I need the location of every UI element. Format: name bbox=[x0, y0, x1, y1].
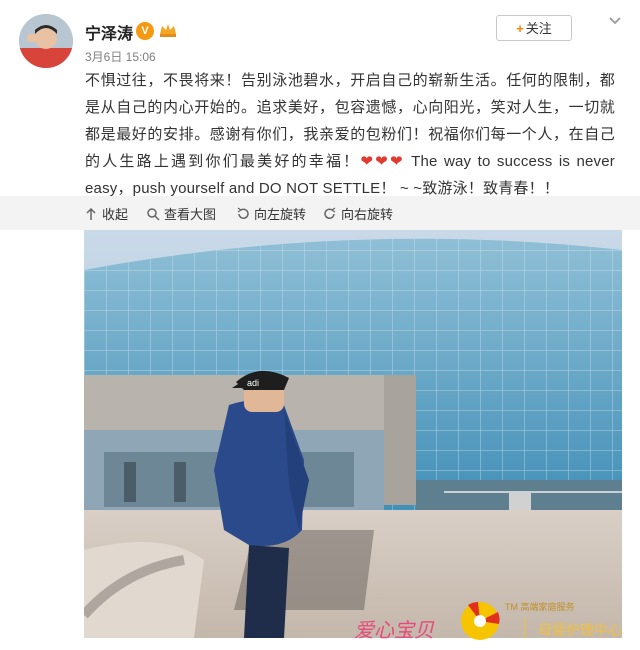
svg-text:adi: adi bbox=[247, 378, 259, 388]
follow-label: 关注 bbox=[525, 21, 552, 36]
rotate-right-label: 向右旋转 bbox=[341, 207, 394, 222]
rotate-right-icon bbox=[324, 207, 336, 219]
rotate-right-button[interactable]: 向右旋转 bbox=[323, 204, 393, 223]
view-large-label: 查看大图 bbox=[164, 207, 217, 222]
follow-button[interactable]: + 关注 bbox=[496, 15, 572, 41]
post-image[interactable]: adi bbox=[84, 230, 622, 638]
post-time[interactable]: 3月6日 15:06 bbox=[85, 48, 156, 65]
username[interactable]: 宁泽涛 bbox=[85, 20, 133, 44]
chevron-down-icon[interactable] bbox=[607, 12, 623, 33]
watermark-right-text: 母婴护理中心 bbox=[538, 622, 622, 638]
image-toolbar: 收起 查看大图 向左旋转 向右旋转 bbox=[0, 196, 640, 230]
collapse-label: 收起 bbox=[102, 207, 129, 222]
watermark-divider bbox=[524, 618, 525, 638]
sun-logo-icon bbox=[458, 600, 502, 642]
watermark-left-text: 爱心宝贝 bbox=[354, 618, 434, 642]
post-text: 不惧过往，不畏将来！告别泳池碧水，开启自己的崭新生活。任何的限制，都是从自己的内… bbox=[85, 67, 615, 202]
search-icon bbox=[147, 208, 160, 221]
plus-icon: + bbox=[516, 21, 524, 36]
post-header: 宁泽涛 V 3月6日 15:06 + 关注 bbox=[0, 0, 640, 70]
rotate-left-icon bbox=[237, 207, 249, 219]
view-large-button[interactable]: 查看大图 bbox=[146, 204, 216, 223]
verified-badge-icon: V bbox=[136, 22, 154, 40]
collapse-button[interactable]: 收起 bbox=[84, 204, 128, 223]
vip-crown-icon bbox=[158, 20, 178, 40]
rotate-left-label: 向左旋转 bbox=[254, 207, 307, 222]
rotate-left-button[interactable]: 向左旋转 bbox=[236, 204, 306, 223]
hearts-emoji: ❤❤❤ bbox=[360, 153, 405, 170]
arrow-up-icon bbox=[86, 207, 96, 220]
avatar[interactable] bbox=[19, 14, 73, 68]
watermark-tm-text: TM 高端家庭服务 bbox=[505, 602, 575, 612]
